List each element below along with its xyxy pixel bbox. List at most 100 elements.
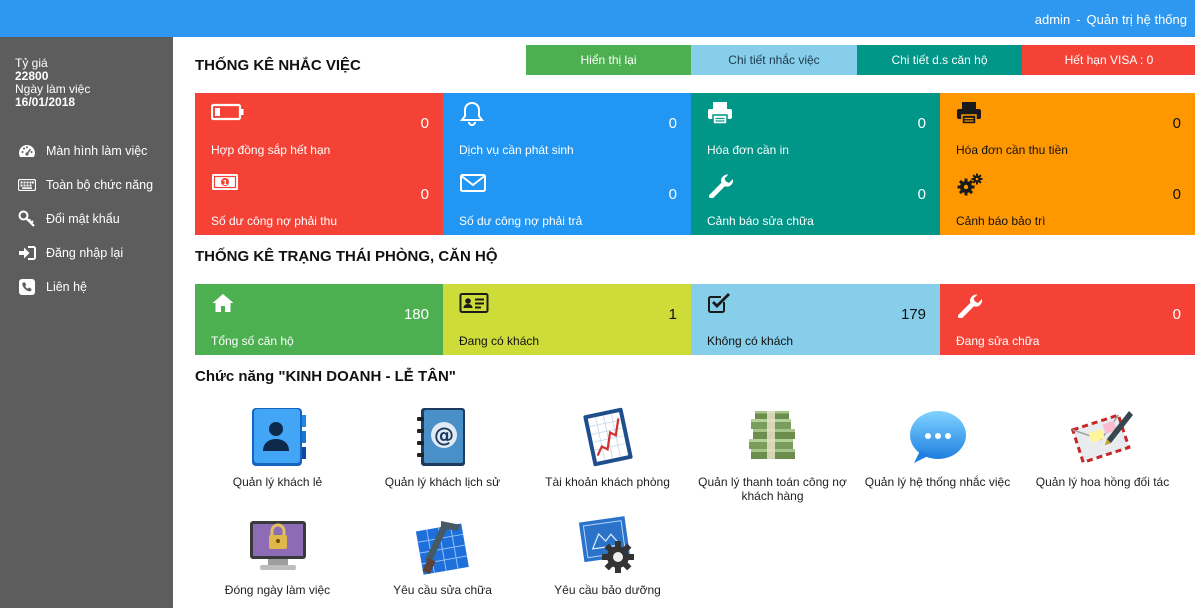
tile-vacant[interactable]: 179 Không có khách <box>691 284 940 355</box>
tile-receivables-balance[interactable]: 1 0 Số dư công nợ phải thu <box>195 164 443 235</box>
app-repair-request[interactable]: Yêu cầu sửa chữa <box>360 513 525 597</box>
tile-value: 1 <box>668 306 677 323</box>
sidebar: Tỷ giá 22800 Ngày làm việc 16/01/2018 Mà… <box>0 37 173 608</box>
tile-label: Dịch vụ cần phát sinh <box>459 143 574 157</box>
sidebar-menu: Màn hình làm việc Toàn bộ chức năng Đổi … <box>0 134 173 304</box>
bell-icon <box>459 101 489 127</box>
app-label: Tài khoản khách phòng <box>545 475 670 489</box>
reminder-details-button[interactable]: Chi tiết nhắc việc <box>691 45 857 75</box>
mail-pen-icon <box>1070 405 1135 469</box>
tile-invoices-to-collect[interactable]: 0 Hóa đơn cần thu tiền <box>940 93 1195 164</box>
app-label: Yêu cầu sửa chữa <box>393 583 492 597</box>
id-card-icon <box>459 292 489 318</box>
app-room-guest-account[interactable]: Tài khoản khách phòng <box>525 405 690 489</box>
chart-report-icon <box>576 405 640 469</box>
app-customer-debt-payment[interactable]: Quản lý thanh toán công nợ khách hàng <box>690 405 855 503</box>
money-icon: 1 <box>211 172 241 198</box>
app-reminder-system[interactable]: Quản lý hệ thống nhắc việc <box>855 405 1020 489</box>
sign-in-icon <box>18 244 36 262</box>
rooms-title: THỐNG KÊ TRẠNG THÁI PHÒNG, CĂN HỘ <box>195 248 498 265</box>
tile-label: Hợp đồng sắp hết hạn <box>211 143 331 157</box>
app-label: Đóng ngày làm việc <box>224 583 331 597</box>
tile-maintenance-warning[interactable]: 0 Cảnh báo bảo trì <box>940 164 1195 235</box>
sidebar-item-change-password[interactable]: Đổi mật khẩu <box>0 202 173 236</box>
app-guest-history[interactable]: @ Quản lý khách lịch sử <box>360 405 525 489</box>
sidebar-item-contact[interactable]: Liên hệ <box>0 270 173 304</box>
app-label: Quản lý khách lẻ <box>232 475 323 489</box>
blueprint-hammer-icon <box>411 513 475 577</box>
tile-value: 180 <box>403 306 429 323</box>
printer-icon <box>707 101 737 127</box>
sidebar-item-label: Màn hình làm việc <box>46 144 148 158</box>
reminder-actions: Hiển thị lại Chi tiết nhắc việc Chi tiết… <box>526 45 1195 75</box>
tile-services-to-generate[interactable]: 0 Dịch vụ cần phát sinh <box>443 93 691 164</box>
main-content: THỐNG KÊ NHẮC VIỆC Hiển thị lại Chi tiết… <box>173 37 1195 608</box>
chat-bubble-icon <box>906 405 970 469</box>
top-bar: admin - Quản trị hệ thống <box>0 0 1195 37</box>
home-icon <box>211 292 241 318</box>
tile-label: Tổng số căn hộ <box>211 334 294 348</box>
sidebar-item-relogin[interactable]: Đăng nhập lại <box>0 236 173 270</box>
app-label: Quản lý khách lịch sử <box>384 475 501 489</box>
sidebar-item-label: Liên hệ <box>46 280 88 294</box>
tile-value: 0 <box>420 115 429 132</box>
tile-repair-warning[interactable]: 0 Cảnh báo sửa chữa <box>691 164 940 235</box>
reload-button[interactable]: Hiển thị lại <box>526 45 691 75</box>
keyboard-icon <box>18 176 36 194</box>
tile-value: 0 <box>668 186 677 203</box>
checkbox-icon <box>707 292 737 318</box>
contacts-book-icon <box>246 405 310 469</box>
tile-invoices-to-print[interactable]: 0 Hóa đơn cần in <box>691 93 940 164</box>
working-date-value: 16/01/2018 <box>15 95 76 109</box>
app-label: Quản lý hoa hồng đối tác <box>1035 475 1170 489</box>
tile-payables-balance[interactable]: 0 Số dư công nợ phải trả <box>443 164 691 235</box>
sidebar-item-label: Đăng nhập lại <box>46 246 124 260</box>
key-icon <box>18 210 36 228</box>
envelope-icon <box>459 172 489 198</box>
room-status-tiles: 180 Tổng số căn hộ 1 Đang có khách 179 K… <box>195 284 1195 355</box>
tile-under-repair[interactable]: 0 Đang sửa chữa <box>940 284 1195 355</box>
reminder-tiles: 0 Hợp đồng sắp hết hạn 0 Dịch vụ cần phá… <box>195 93 1195 235</box>
app-label: Quản lý thanh toán công nợ khách hàng <box>698 475 847 503</box>
app-walkin-guests[interactable]: Quản lý khách lẻ <box>195 405 360 489</box>
blueprint-gear-icon <box>576 513 640 577</box>
sidebar-item-label: Toàn bộ chức năng <box>46 178 154 192</box>
tile-value: 0 <box>668 115 677 132</box>
tile-label: Không có khách <box>707 334 794 348</box>
wrench-icon <box>707 172 737 199</box>
gears-icon <box>956 172 986 198</box>
tile-label: Cảnh báo bảo trì <box>956 214 1046 228</box>
user-info: admin - Quản trị hệ thống <box>1035 12 1187 27</box>
tile-label: Hóa đơn cần in <box>707 143 789 157</box>
app-maintenance-request[interactable]: Yêu cầu bảo dưỡng <box>525 513 690 597</box>
money-stack-icon <box>741 405 805 469</box>
app-close-working-day[interactable]: Đóng ngày làm việc <box>195 513 360 597</box>
tile-label: Số dư công nợ phải trả <box>459 214 583 228</box>
sidebar-item-workspace[interactable]: Màn hình làm việc <box>0 134 173 168</box>
tile-label: Cảnh báo sửa chữa <box>707 214 814 228</box>
system-admin-link[interactable]: Quản trị hệ thống <box>1087 12 1187 27</box>
reminders-title: THỐNG KÊ NHẮC VIỆC <box>195 57 361 74</box>
tile-value: 179 <box>900 306 926 323</box>
tile-value: 0 <box>917 186 926 203</box>
tile-occupied[interactable]: 1 Đang có khách <box>443 284 691 355</box>
tile-label: Hóa đơn cần thu tiền <box>956 143 1068 157</box>
tile-value: 0 <box>1172 306 1181 323</box>
battery-icon <box>210 101 244 127</box>
tile-value: 0 <box>917 115 926 132</box>
wrench-icon <box>956 292 986 319</box>
sidebar-item-all-functions[interactable]: Toàn bộ chức năng <box>0 168 173 202</box>
username-link[interactable]: admin <box>1035 12 1070 27</box>
tile-total-apartments[interactable]: 180 Tổng số căn hộ <box>195 284 443 355</box>
tile-label: Đang sửa chữa <box>956 334 1040 348</box>
business-apps: Quản lý khách lẻ @ Quản lý khách lịch sử… <box>195 405 1195 605</box>
app-label: Quản lý hệ thống nhắc việc <box>864 475 1011 489</box>
app-partner-commission[interactable]: Quản lý hoa hồng đối tác <box>1020 405 1185 489</box>
address-book-icon: @ <box>411 405 475 469</box>
printer-icon <box>956 101 986 127</box>
apartment-list-details-button[interactable]: Chi tiết d.s căn hộ <box>857 45 1022 75</box>
dashboard-icon <box>18 142 36 160</box>
tile-label: Số dư công nợ phải thu <box>211 214 337 228</box>
tile-expiring-contracts[interactable]: 0 Hợp đồng sắp hết hạn <box>195 93 443 164</box>
visa-expired-button[interactable]: Hết hạn VISA : 0 <box>1022 45 1195 75</box>
